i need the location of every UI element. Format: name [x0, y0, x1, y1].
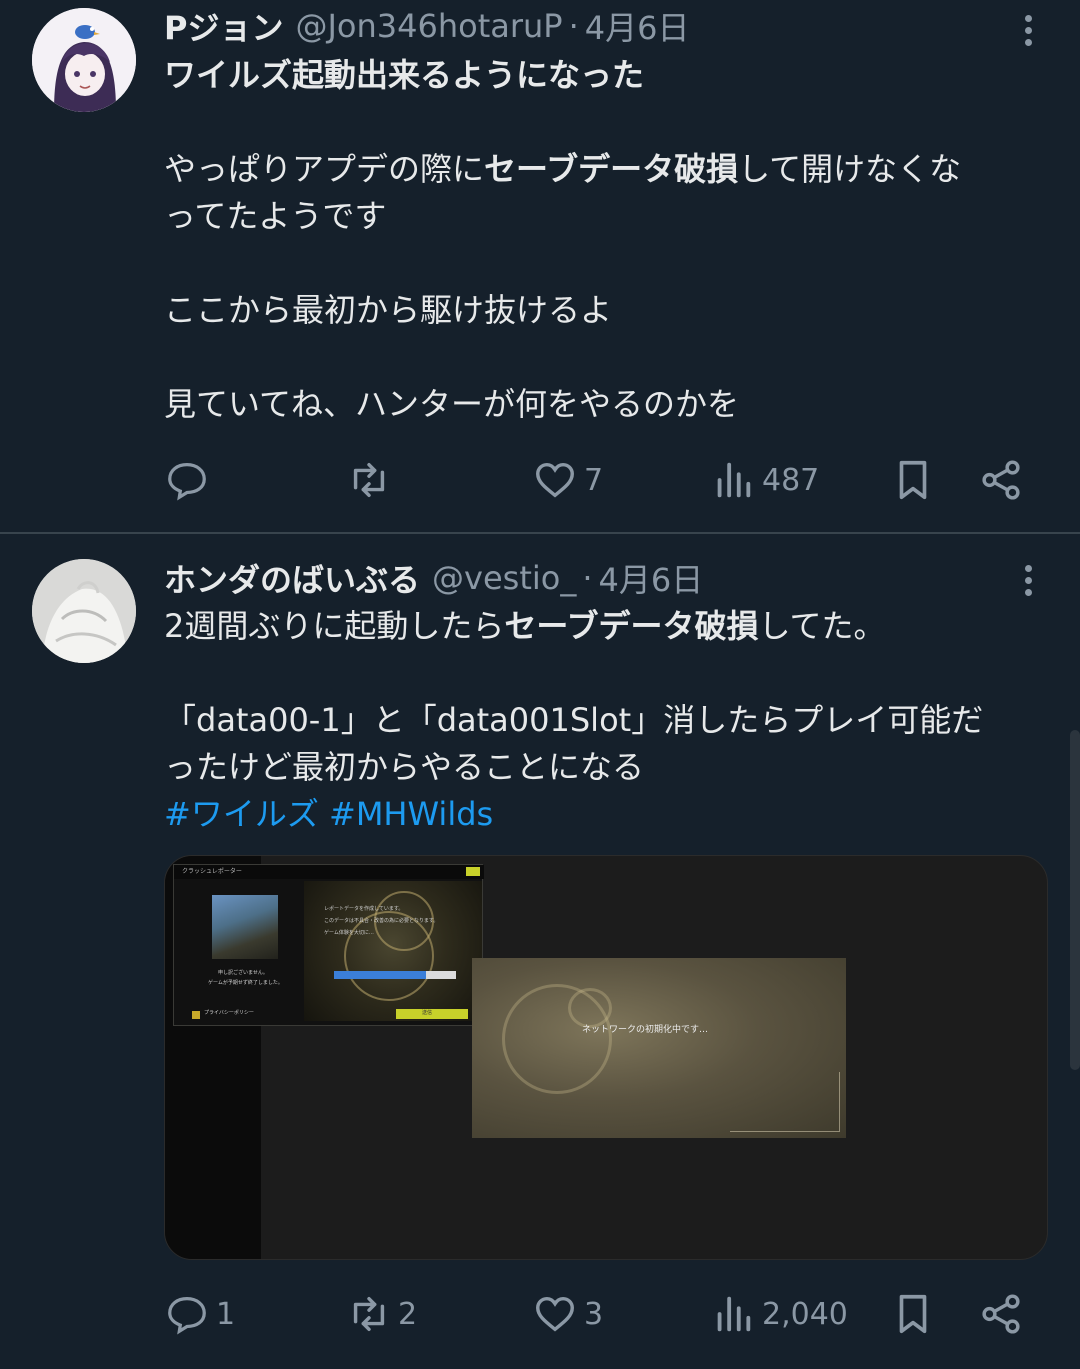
progress-fill: [334, 971, 426, 979]
loading-message: ネットワークの初期化中です…: [582, 1025, 709, 1035]
like-count: 3: [584, 1296, 604, 1332]
dialog-text: このデータは不具合・改善の為に必要となります。: [324, 918, 439, 924]
user-handle[interactable]: @vestio_: [432, 559, 576, 597]
text-line: ったけど最初からやることになる: [164, 748, 645, 786]
tweet-header: ホンダのばいぶる @vestio_ · 4月6日: [164, 556, 703, 600]
close-icon: [466, 867, 480, 876]
share-icon: [982, 1294, 1020, 1334]
retweet-count: 2: [398, 1296, 418, 1332]
dialog-text: レポートデータを作成しています。: [324, 906, 404, 912]
privacy-link: プライバシーポリシー: [204, 1010, 254, 1016]
dialog-text: ゲームが予期せず終了しました。: [208, 980, 283, 986]
dialog-text: ゲーム体験を大切に…: [324, 930, 374, 936]
frame-corner: [730, 1072, 840, 1132]
hashtag-link[interactable]: #MHWilds: [329, 795, 493, 833]
more-icon[interactable]: [1016, 558, 1040, 602]
hashtag-link[interactable]: #ワイルズ: [164, 795, 319, 833]
scrollbar[interactable]: [1070, 730, 1080, 1070]
view-count: 2,040: [762, 1296, 848, 1332]
send-button-label: 送信: [422, 1010, 433, 1016]
send-button: 送信: [396, 1009, 468, 1019]
crash-reporter-dialog: クラッシュレポーター レポートデータを作成しています。 このデータは不具合・改善…: [173, 864, 484, 1026]
views-icon: [717, 1296, 751, 1332]
progress-bar: [334, 971, 456, 979]
separator: ·: [582, 559, 593, 597]
game-thumbnail: [212, 895, 278, 959]
text-line: 2週間ぶりに起動したら: [164, 607, 505, 645]
display-name[interactable]: ホンダのばいぶる: [164, 555, 420, 601]
text-line: してた。: [758, 607, 886, 645]
share-button[interactable]: [978, 1284, 1024, 1344]
views-button[interactable]: 2,040: [710, 1284, 848, 1344]
bookmark-button[interactable]: [890, 1284, 936, 1344]
dialog-text: 申し訳ございません。: [218, 970, 268, 976]
retweet-icon: [353, 1296, 385, 1332]
tweet-text: 2週間ぶりに起動したらセーブデータ破損してた。 「data00-1」と「data…: [164, 603, 1044, 838]
tweet-date[interactable]: 4月6日: [599, 555, 704, 601]
text-bold: セーブデータ破損: [504, 607, 759, 645]
bookmark-icon: [899, 1294, 927, 1334]
dialog-artwork: [304, 881, 482, 1021]
like-button[interactable]: 3: [532, 1284, 603, 1344]
text-line: 「data00-1」と「data001Slot」消したらプレイ可能だ: [164, 701, 984, 739]
reply-count: 1: [216, 1296, 236, 1332]
reply-icon: [168, 1297, 206, 1335]
reply-button[interactable]: 1: [164, 1284, 235, 1344]
like-icon: [536, 1296, 574, 1332]
dialog-title: クラッシュレポーター: [174, 865, 484, 879]
retweet-button[interactable]: 2: [346, 1284, 417, 1344]
network-init-screen: ネットワークの初期化中です…: [472, 958, 846, 1138]
action-bar: 1 2 3 2,040: [164, 1284, 1044, 1344]
tweet[interactable]: ホンダのばいぶる @vestio_ · 4月6日 2週間ぶりに起動したらセーブデ…: [0, 0, 1080, 1369]
tweet-image[interactable]: クラッシュレポーター レポートデータを作成しています。 このデータは不具合・改善…: [164, 855, 1048, 1260]
avatar[interactable]: [32, 559, 136, 663]
lock-icon: [192, 1011, 200, 1019]
